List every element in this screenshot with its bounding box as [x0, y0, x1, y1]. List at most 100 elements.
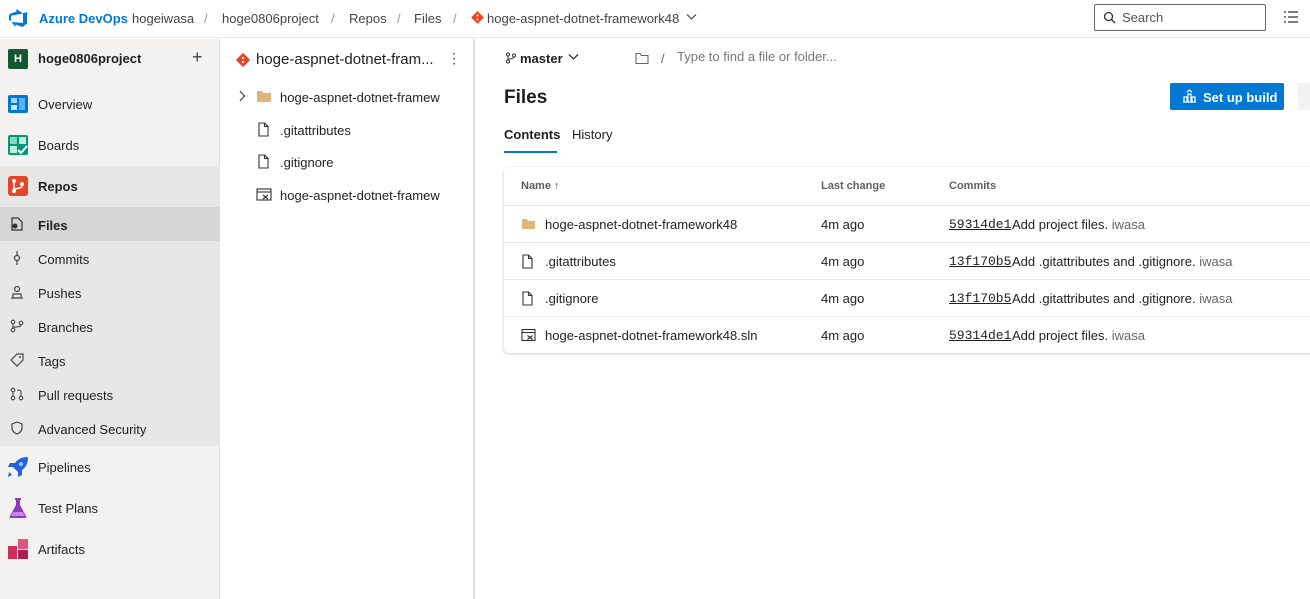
nav-item-pipelines[interactable]: Pipelines [0, 447, 220, 487]
file-icon [258, 122, 269, 137]
sort-ascending-icon: ↑ [554, 180, 560, 192]
add-icon[interactable]: + [192, 47, 203, 67]
commit-author: iwasa [1111, 217, 1145, 232]
commit-author: iwasa [1199, 254, 1233, 269]
commit-author: iwasa [1199, 291, 1233, 306]
boards-icon [8, 135, 28, 155]
path-search-input[interactable] [677, 49, 897, 64]
table-row[interactable]: hoge-aspnet-dotnet-framework48.sln 4m ag… [504, 316, 1310, 353]
sidebar-item-commits[interactable]: Commits [0, 241, 220, 275]
sidebar-item-label: Tags [38, 354, 66, 369]
repos-icon [8, 176, 28, 196]
file-name[interactable]: .gitignore [545, 291, 598, 306]
commit-hash-link[interactable]: 59314de1 [949, 328, 1011, 343]
column-header-name[interactable]: Name ↑ [521, 180, 560, 192]
brand-name[interactable]: Azure DevOps [39, 11, 128, 26]
branch-icon [10, 319, 24, 333]
table-row[interactable]: .gitattributes 4m ago 13f170b5 Add .gita… [504, 242, 1310, 279]
build-icon [1183, 89, 1196, 103]
sidebar-item-pull-requests[interactable]: Pull requests [0, 377, 220, 411]
commit-hash-link[interactable]: 59314de1 [949, 217, 1011, 232]
tree-item-file[interactable]: .gitattributes [220, 114, 473, 146]
project-name[interactable]: hoge0806project [38, 51, 141, 66]
push-icon [11, 285, 23, 299]
sidebar-item-advanced-security[interactable]: Advanced Security [0, 411, 220, 445]
nav-item-overview[interactable]: Overview [0, 84, 220, 124]
sidebar-item-label: Commits [38, 252, 90, 267]
folder-outline-icon[interactable] [635, 52, 649, 64]
table-row[interactable]: .gitignore 4m ago 13f170b5 Add .gitattri… [504, 279, 1310, 316]
pull-request-icon [10, 387, 24, 401]
main-content: master / Files Set up build Contents His… [476, 39, 1310, 599]
breadcrumb-separator: / [453, 11, 457, 26]
settings-list-icon[interactable] [1283, 10, 1299, 24]
search-box[interactable] [1094, 4, 1266, 31]
breadcrumb-project[interactable]: hoge0806project [222, 11, 319, 26]
azure-devops-logo-icon[interactable] [8, 8, 28, 28]
breadcrumb-files[interactable]: Files [414, 11, 441, 26]
page-title: Files [504, 87, 548, 108]
file-icon [522, 291, 533, 306]
file-name[interactable]: hoge-aspnet-dotnet-framework48 [545, 217, 737, 232]
tab-history[interactable]: History [572, 127, 612, 142]
last-change: 4m ago [821, 254, 865, 269]
tag-icon [10, 353, 24, 367]
more-options-icon[interactable]: ⋮ [447, 50, 461, 67]
sidebar-item-branches[interactable]: Branches [0, 309, 220, 343]
breadcrumb-repository[interactable]: hoge-aspnet-dotnet-framework48 [487, 11, 679, 26]
nav-item-label: Boards [38, 138, 80, 153]
nav-item-label: Test Plans [38, 501, 98, 516]
sidebar-item-label: Branches [38, 320, 93, 335]
nav-item-label: Artifacts [38, 542, 85, 557]
sidebar-item-files[interactable]: Files [0, 207, 220, 241]
shield-icon [11, 421, 23, 435]
breadcrumb-separator: / [331, 11, 335, 26]
project-header[interactable]: H hoge0806project + [0, 39, 220, 79]
sidebar-item-tags[interactable]: Tags [0, 343, 220, 377]
breadcrumb-organization[interactable]: hogeiwasa [132, 11, 194, 26]
chevron-right-icon[interactable] [238, 90, 246, 102]
column-header-commits: Commits [949, 180, 997, 192]
breadcrumb-separator: / [397, 11, 401, 26]
tree-item-folder[interactable]: hoge-aspnet-dotnet-framew [220, 81, 473, 113]
tree-item-file[interactable]: .gitignore [220, 146, 473, 178]
tree-item-label: .gitattributes [280, 123, 351, 138]
search-input[interactable] [1122, 10, 1260, 25]
set-up-build-button[interactable]: Set up build [1170, 83, 1284, 110]
file-name[interactable]: hoge-aspnet-dotnet-framework48.sln [545, 328, 757, 343]
commit-message: Add .gitattributes and .gitignore. iwasa [1012, 291, 1233, 306]
repository-title[interactable]: hoge-aspnet-dotnet-fram... [256, 51, 434, 68]
tab-contents[interactable]: Contents [504, 127, 560, 142]
nav-item-label: Repos [38, 179, 78, 194]
sidebar-item-pushes[interactable]: Pushes [0, 275, 220, 309]
chevron-down-icon[interactable] [568, 53, 579, 61]
sidebar-item-label: Pushes [38, 286, 82, 301]
path-separator: / [661, 51, 665, 66]
nav-item-test-plans[interactable]: Test Plans [0, 488, 220, 528]
commit-hash-link[interactable]: 13f170b5 [949, 291, 1011, 306]
breadcrumb-repos[interactable]: Repos [349, 11, 387, 26]
repo-icon [236, 53, 250, 67]
branch-selector[interactable]: master [520, 51, 563, 66]
chevron-down-icon[interactable] [686, 13, 697, 21]
overflow-button[interactable] [1298, 83, 1310, 110]
test-plans-icon [9, 498, 27, 518]
folder-icon [257, 91, 271, 102]
sidebar-item-label: Advanced Security [38, 422, 147, 437]
tree-item-solution[interactable]: hoge-aspnet-dotnet-framew [220, 179, 473, 211]
file-name[interactable]: .gitattributes [545, 254, 616, 269]
nav-item-artifacts[interactable]: Artifacts [0, 529, 220, 569]
files-table: Name ↑ Last change Commits hoge-aspnet-d… [504, 167, 1310, 353]
artifacts-icon [8, 539, 28, 559]
nav-item-repos[interactable]: Repos [0, 166, 220, 206]
folder-icon [522, 219, 535, 229]
tab-underline [504, 151, 557, 153]
nav-item-boards[interactable]: Boards [0, 125, 220, 165]
tree-item-label: .gitignore [280, 155, 334, 170]
solution-icon [521, 328, 536, 342]
breadcrumb-separator: / [204, 11, 208, 26]
table-row[interactable]: hoge-aspnet-dotnet-framework48 4m ago 59… [504, 205, 1310, 242]
last-change: 4m ago [821, 217, 865, 232]
commit-hash-link[interactable]: 13f170b5 [949, 254, 1011, 269]
overview-icon [8, 95, 28, 113]
